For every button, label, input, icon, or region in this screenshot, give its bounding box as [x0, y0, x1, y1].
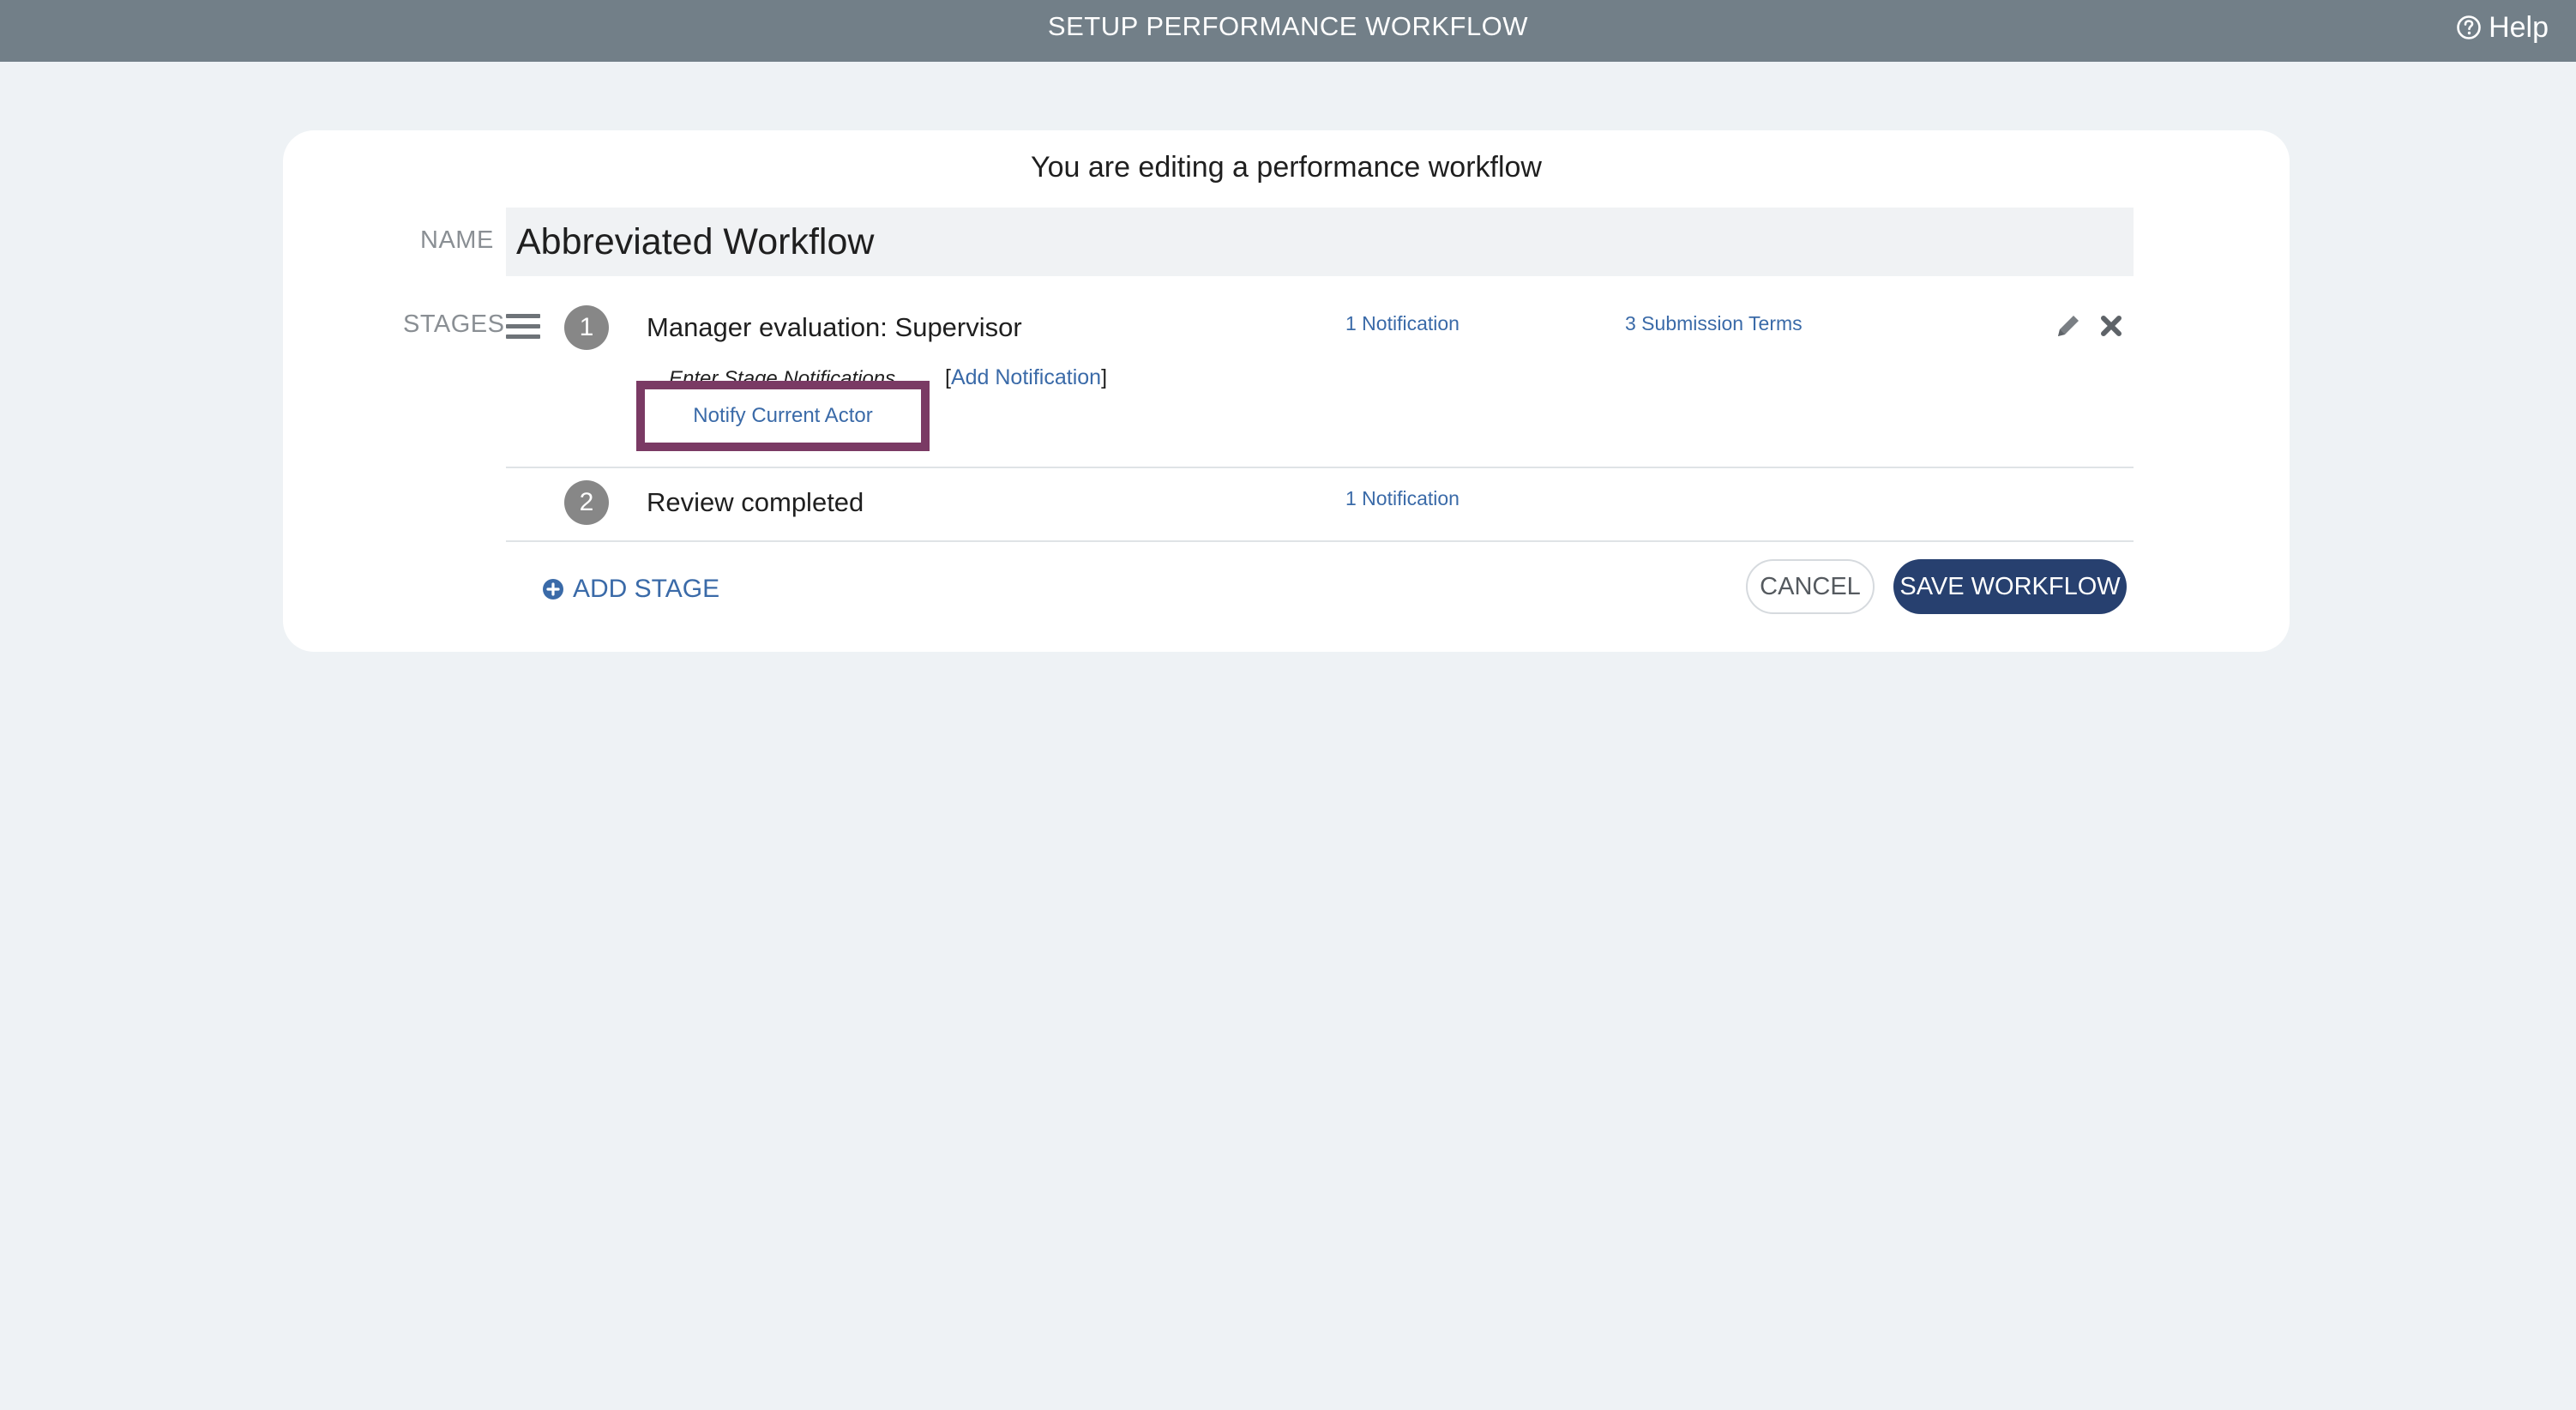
- name-label: NAME: [420, 226, 494, 254]
- cancel-button[interactable]: CANCEL: [1746, 559, 1875, 614]
- bracket-open: [: [945, 365, 951, 389]
- pencil-icon[interactable]: [2053, 310, 2084, 341]
- help-circle-icon: [2456, 15, 2482, 40]
- notify-current-actor-button[interactable]: Notify Current Actor: [645, 389, 921, 443]
- add-stage-label: ADD STAGE: [573, 575, 720, 603]
- plus-circle-icon: [542, 578, 564, 600]
- help-link[interactable]: Help: [2456, 0, 2549, 55]
- stage-number-badge: 1: [564, 305, 609, 350]
- bracket-close: ]: [1101, 365, 1108, 389]
- stage-divider: [506, 467, 2134, 468]
- stage-notifications-link[interactable]: 1 Notification: [1345, 487, 1460, 510]
- submission-terms-link[interactable]: 3 Submission Terms: [1625, 312, 1803, 335]
- card-heading: You are editing a performance workflow: [1031, 151, 1542, 184]
- add-notification-link[interactable]: Add Notification: [951, 365, 1101, 389]
- close-icon[interactable]: [2096, 310, 2127, 341]
- highlighted-notification: Notify Current Actor: [636, 381, 930, 451]
- stage-number-badge: 2: [564, 480, 609, 525]
- add-notification-control: [Add Notification]: [945, 365, 1107, 390]
- top-bar: SETUP PERFORMANCE WORKFLOW Help: [0, 0, 2576, 62]
- hamburger-icon[interactable]: [506, 314, 540, 340]
- stage-notifications-link[interactable]: 1 Notification: [1345, 312, 1460, 335]
- stage-name: Review completed: [647, 487, 864, 517]
- workflow-name-input[interactable]: [506, 208, 2134, 276]
- add-stage-button[interactable]: ADD STAGE: [542, 575, 719, 604]
- stage-name: Manager evaluation: Supervisor: [647, 312, 1022, 342]
- stages-label: STAGES: [403, 310, 505, 338]
- save-workflow-button[interactable]: SAVE WORKFLOW: [1893, 559, 2127, 614]
- page-title: SETUP PERFORMANCE WORKFLOW: [1047, 11, 1529, 41]
- stage-divider: [506, 540, 2134, 542]
- help-label: Help: [2489, 10, 2549, 44]
- workflow-editor-card: You are editing a performance workflow N…: [283, 130, 2290, 652]
